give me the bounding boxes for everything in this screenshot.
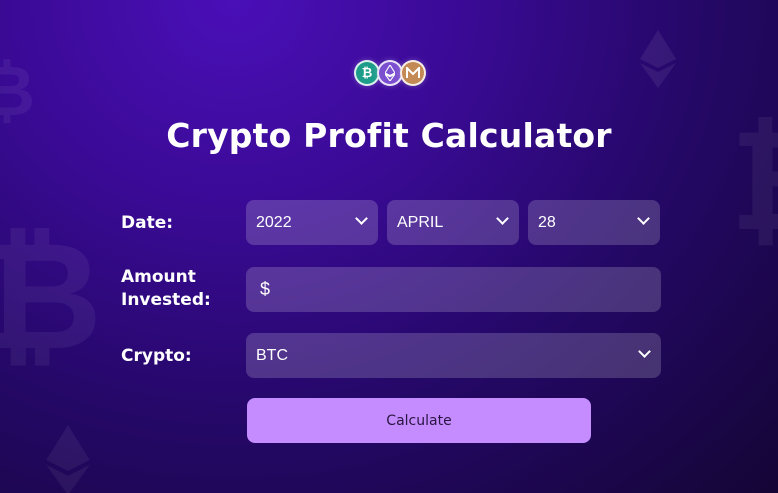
bitcoin-background-icon: ₿: [0, 210, 103, 384]
page-title: Crypto Profit Calculator: [166, 116, 612, 155]
chevron-down-icon: [637, 212, 650, 225]
date-label: Date:: [121, 213, 174, 233]
crypto-label: Crypto:: [121, 346, 192, 366]
dollar-prefix: $: [260, 279, 271, 299]
amount-label-line1: Amount: [121, 267, 196, 287]
calculate-button[interactable]: Calculate: [247, 398, 591, 443]
chevron-down-icon: [638, 345, 651, 358]
chevron-down-icon: [355, 212, 368, 225]
day-select[interactable]: 28: [528, 200, 660, 245]
day-value: 28: [538, 213, 556, 231]
amount-input[interactable]: [278, 280, 639, 299]
amount-input-wrapper[interactable]: $: [246, 267, 661, 312]
crypto-select[interactable]: BTC: [246, 333, 661, 378]
ethereum-background-icon: [40, 425, 96, 493]
crypto-value: BTC: [256, 346, 288, 364]
month-select[interactable]: APRIL: [387, 200, 519, 245]
ethereum-background-icon: [640, 30, 676, 92]
year-select[interactable]: 2022: [246, 200, 378, 245]
year-value: 2022: [256, 213, 292, 231]
amount-label-line2: Invested:: [121, 290, 211, 310]
month-value: APRIL: [397, 213, 444, 231]
chevron-down-icon: [496, 212, 509, 225]
monero-coin-icon: [400, 60, 426, 86]
amount-invested-label: Amount Invested:: [121, 266, 211, 312]
coin-logo-group: ₿: [354, 60, 426, 88]
